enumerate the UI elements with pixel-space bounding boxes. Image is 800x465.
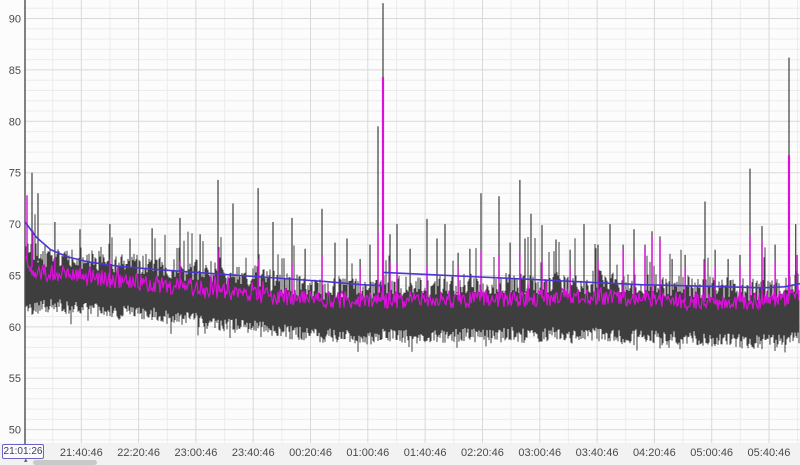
x-tick-label: 00:20:46 bbox=[289, 447, 332, 459]
y-tick-label: 50 bbox=[9, 425, 21, 437]
scrollbar-arrow-icon[interactable]: ▴ bbox=[24, 457, 28, 464]
x-tick-label: 02:20:46 bbox=[461, 447, 504, 459]
y-tick-label: 85 bbox=[9, 65, 21, 77]
app-window: 50 55 60 65 70 75 80 85 90 21:40:46 22:20:46 23:00:… bbox=[0, 0, 800, 465]
y-tick-label: 60 bbox=[9, 322, 21, 334]
x-tick-label: 01:00:46 bbox=[346, 447, 389, 459]
y-tick-label: 75 bbox=[9, 168, 21, 180]
x-tick-label: 22:20:46 bbox=[117, 447, 160, 459]
x-tick-label: 01:40:46 bbox=[404, 447, 447, 459]
x-tick-label: 03:40:46 bbox=[576, 447, 619, 459]
y-tick-label: 70 bbox=[9, 219, 21, 231]
level-chart-canvas: 50 55 60 65 70 75 80 85 90 21:40:46 22:20:46 23:00:… bbox=[0, 0, 800, 465]
horizontal-scrollbar[interactable]: ▴ bbox=[0, 457, 800, 465]
y-tick-label: 65 bbox=[9, 270, 21, 282]
x-tick-label: 05:40:46 bbox=[748, 447, 791, 459]
x-tick-label: 23:00:46 bbox=[175, 447, 218, 459]
y-tick-label: 55 bbox=[9, 373, 21, 385]
plot-background bbox=[0, 0, 800, 443]
x-tick-label: 21:40:46 bbox=[60, 447, 103, 459]
x-tick-label: 05:00:46 bbox=[690, 447, 733, 459]
x-tick-label: 23:40:46 bbox=[232, 447, 275, 459]
x-tick-label: 04:20:46 bbox=[633, 447, 676, 459]
x-axis-start-time-label[interactable]: 21:01:26 bbox=[2, 444, 44, 459]
y-tick-label: 90 bbox=[9, 14, 21, 26]
x-tick-label: 03:00:46 bbox=[518, 447, 561, 459]
horizontal-scrollbar-thumb[interactable] bbox=[33, 460, 97, 465]
y-tick-label: 80 bbox=[9, 116, 21, 128]
